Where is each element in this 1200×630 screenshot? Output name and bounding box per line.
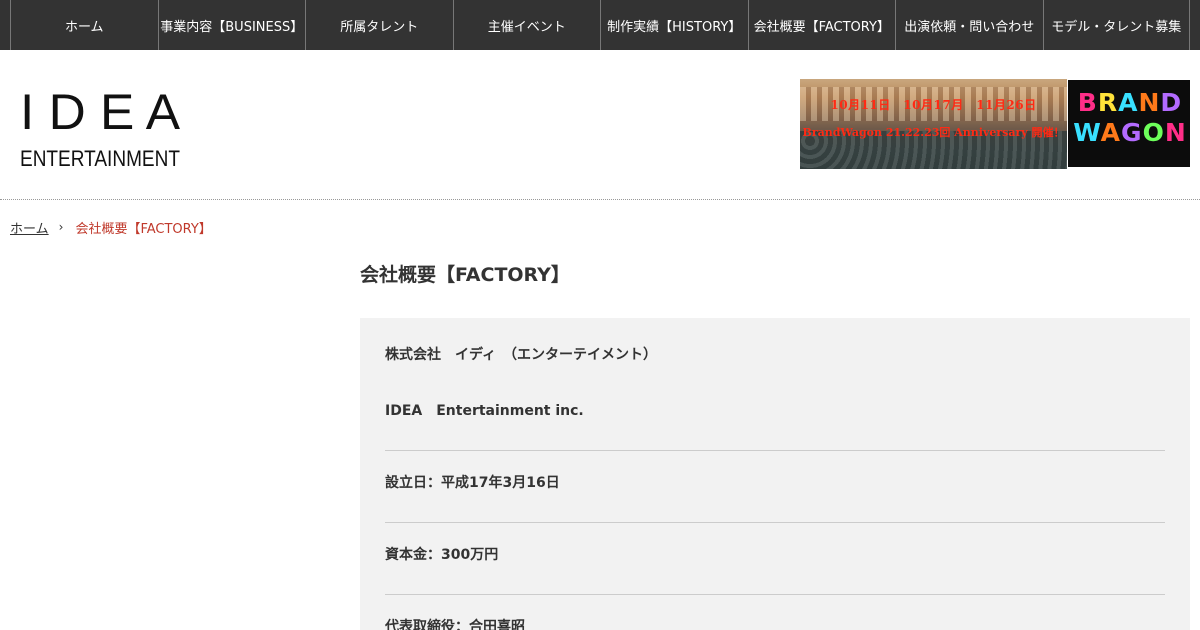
company-info-box: 株式会社 イディ （エンターテイメント） IDEA Entertainment … bbox=[360, 318, 1190, 630]
brand-logo-letter: W bbox=[1073, 118, 1101, 147]
brand-logo-letter: G bbox=[1121, 118, 1143, 147]
info-representative: 代表取締役：合田喜昭 bbox=[385, 619, 525, 630]
brand-logo-letter: B bbox=[1077, 88, 1098, 117]
brandwagon-logo: BRAND WAGON bbox=[1068, 80, 1190, 167]
logo-sub-text: ENTERTAINMENT bbox=[20, 146, 180, 170]
nav-item-business[interactable]: 事業内容【BUSINESS】 bbox=[157, 0, 306, 50]
info-established: 設立日：平成17年3月16日 bbox=[385, 475, 560, 491]
breadcrumb-home-link[interactable]: ホーム bbox=[10, 218, 49, 237]
divider bbox=[385, 594, 1165, 595]
nav-item-home[interactable]: ホーム bbox=[10, 0, 158, 50]
top-navigation: ホーム 事業内容【BUSINESS】 所属タレント 主催イベント 制作実績【HI… bbox=[0, 0, 1200, 50]
site-header: I D E A ENTERTAINMENT 10月11日 10月17月 11月2… bbox=[0, 50, 1200, 200]
brand-logo-line-1: BRAND bbox=[1072, 88, 1188, 117]
nav-item-recruit[interactable]: モデル・タレント募集 bbox=[1042, 0, 1190, 50]
nav-item-events[interactable]: 主催イベント bbox=[452, 0, 601, 50]
divider bbox=[385, 522, 1165, 523]
event-banner[interactable]: 10月11日 10月17月 11月26日 BrandWagon 21.22.23… bbox=[800, 79, 1190, 169]
banner-subtitle: BrandWagon 21.22.23回 Anniversary 開催！ bbox=[802, 126, 1065, 139]
brand-logo-letter: N bbox=[1138, 88, 1161, 117]
nav-item-contact[interactable]: 出演依頼・問い合わせ bbox=[895, 0, 1043, 50]
logo-main-mark: I D E A bbox=[20, 84, 181, 134]
nav-item-factory[interactable]: 会社概要【FACTORY】 bbox=[747, 0, 896, 50]
brand-logo-letter: A bbox=[1100, 118, 1122, 147]
company-name-en: IDEA Entertainment inc. bbox=[385, 403, 584, 419]
page-title: 会社概要【FACTORY】 bbox=[360, 264, 570, 286]
logo-main-text: I D E A bbox=[20, 84, 181, 134]
brand-logo-letter: D bbox=[1160, 88, 1183, 117]
company-name-ja: 株式会社 イディ （エンターテイメント） bbox=[385, 347, 658, 363]
brand-logo-letter: A bbox=[1118, 88, 1139, 117]
breadcrumb: ホーム › 会社概要【FACTORY】 bbox=[10, 218, 212, 237]
brand-logo-letter: R bbox=[1097, 88, 1119, 117]
breadcrumb-separator: › bbox=[58, 220, 64, 234]
logo-sub-mark: ENTERTAINMENT bbox=[20, 146, 180, 170]
divider bbox=[385, 450, 1165, 451]
brand-logo-line-2: WAGON bbox=[1072, 118, 1188, 147]
site-logo[interactable]: I D E A ENTERTAINMENT bbox=[20, 84, 182, 170]
breadcrumb-current: 会社概要【FACTORY】 bbox=[75, 221, 212, 237]
nav-item-talent[interactable]: 所属タレント bbox=[305, 0, 453, 50]
nav-item-history[interactable]: 制作実績【HISTORY】 bbox=[600, 0, 748, 50]
banner-photo: 10月11日 10月17月 11月26日 BrandWagon 21.22.23… bbox=[800, 79, 1067, 169]
brand-logo-letter: N bbox=[1164, 118, 1187, 147]
brand-logo-letter: O bbox=[1142, 118, 1165, 147]
banner-dates: 10月11日 10月17月 11月26日 bbox=[830, 98, 1037, 112]
info-capital: 資本金：300万円 bbox=[385, 547, 499, 563]
